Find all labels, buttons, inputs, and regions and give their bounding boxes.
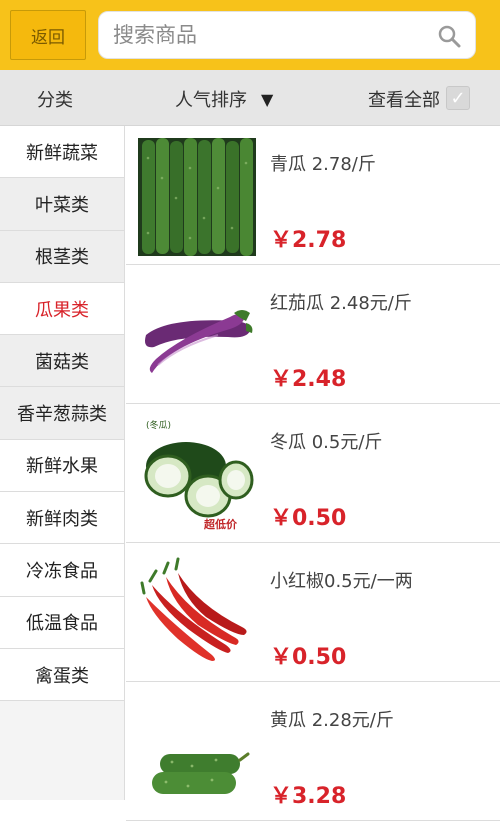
- search-icon[interactable]: [437, 24, 461, 48]
- sort-dropdown[interactable]: 人气排序 ▼: [175, 86, 273, 112]
- product-name[interactable]: 小红椒0.5元/一两: [270, 567, 413, 593]
- category-sidebar: 新鲜蔬菜 叶菜类 根茎类 瓜果类 菌菇类 香辛葱蒜类 新鲜水果 新鲜肉类 冷冻食…: [0, 126, 125, 800]
- product-name[interactable]: 青瓜 2.78/斤: [270, 150, 376, 176]
- view-all-checkbox[interactable]: ✓: [446, 86, 470, 110]
- product-price: ￥0.50: [270, 645, 347, 670]
- sidebar-item-mushrooms[interactable]: 菌菇类: [0, 335, 124, 388]
- image-tag: 超低价: [203, 517, 238, 531]
- red-pepper-image[interactable]: [138, 555, 256, 673]
- product-card[interactable]: (冬瓜) 超低价 冬瓜 0.5元/斤 ￥0.50: [126, 404, 500, 543]
- sidebar-item-leafy[interactable]: 叶菜类: [0, 178, 124, 231]
- sidebar-item-spices[interactable]: 香辛葱蒜类: [0, 387, 124, 440]
- search-box[interactable]: [98, 11, 476, 59]
- sidebar-item-fresh-vegetables[interactable]: 新鲜蔬菜: [0, 126, 124, 179]
- top-bar: 返回: [0, 0, 500, 70]
- checkmark-icon: ✓: [450, 87, 466, 109]
- cucumber-image[interactable]: [138, 138, 256, 256]
- product-price: ￥2.78: [270, 228, 347, 253]
- product-price: ￥0.50: [270, 506, 347, 531]
- sidebar-item-chilled-food[interactable]: 低温食品: [0, 596, 124, 649]
- sidebar-item-frozen-food[interactable]: 冷冻食品: [0, 544, 124, 597]
- product-card[interactable]: 红茄瓜 2.48元/斤 ￥2.48: [126, 265, 500, 404]
- triangle-down-icon: ▼: [261, 89, 274, 109]
- product-list: 青瓜 2.78/斤 ￥2.78 红茄瓜 2.48元/斤 ￥2.48 (冬瓜) 超…: [126, 126, 500, 821]
- filter-bar: 分类 人气排序 ▼ 查看全部: [0, 70, 500, 126]
- view-all-label[interactable]: 查看全部: [368, 86, 440, 112]
- search-input[interactable]: [113, 12, 413, 58]
- sidebar-item-eggs[interactable]: 禽蛋类: [0, 648, 124, 702]
- category-filter[interactable]: 分类: [37, 86, 73, 112]
- sidebar-item-root[interactable]: 根茎类: [0, 230, 124, 283]
- product-card[interactable]: 黄瓜 2.28元/斤 ￥3.28: [126, 682, 500, 821]
- product-card[interactable]: 小红椒0.5元/一两 ￥0.50: [126, 543, 500, 682]
- sort-label: 人气排序: [175, 90, 247, 111]
- eggplant-image[interactable]: [138, 277, 256, 395]
- product-name[interactable]: 红茄瓜 2.48元/斤: [270, 289, 412, 315]
- image-caption: (冬瓜): [146, 419, 171, 431]
- product-name[interactable]: 黄瓜 2.28元/斤: [270, 706, 394, 732]
- winter-melon-image[interactable]: (冬瓜) 超低价: [138, 416, 256, 534]
- sidebar-item-fresh-fruit[interactable]: 新鲜水果: [0, 439, 124, 493]
- yellow-cucumber-image[interactable]: [138, 694, 256, 812]
- sidebar-item-fresh-meat[interactable]: 新鲜肉类: [0, 492, 124, 545]
- sidebar-item-melons[interactable]: 瓜果类: [0, 282, 124, 336]
- product-price: ￥3.28: [270, 784, 347, 809]
- product-card[interactable]: 青瓜 2.78/斤 ￥2.78: [126, 126, 500, 265]
- product-price: ￥2.48: [270, 367, 347, 392]
- back-button[interactable]: 返回: [10, 10, 86, 60]
- product-name[interactable]: 冬瓜 0.5元/斤: [270, 428, 382, 454]
